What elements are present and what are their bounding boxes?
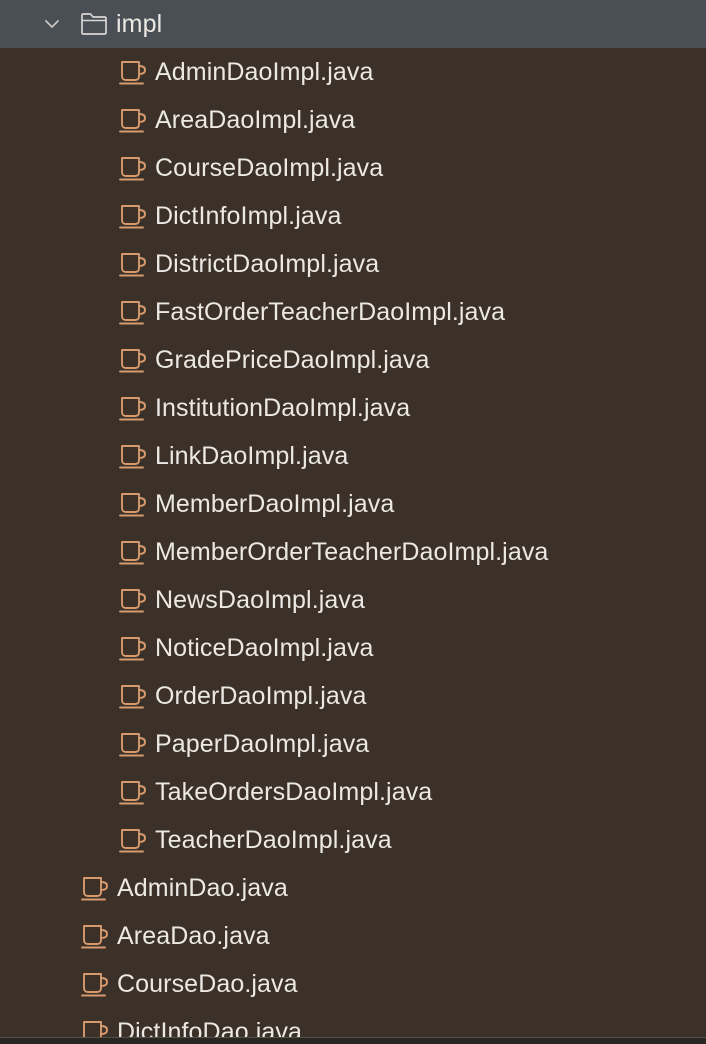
java-class-icon xyxy=(81,973,108,997)
java-class-icon xyxy=(81,925,108,949)
dao-file-list: AdminDao.java AreaDao.java CourseDao.jav… xyxy=(0,864,706,1038)
file-label: InstitutionDaoImpl.java xyxy=(155,394,411,422)
tree-file-course-dao-impl[interactable]: CourseDaoImpl.java xyxy=(0,144,706,192)
tree-file-order-dao-impl[interactable]: OrderDaoImpl.java xyxy=(0,672,706,720)
java-class-icon xyxy=(119,733,146,757)
tree-file-admin-dao-impl[interactable]: AdminDaoImpl.java xyxy=(0,48,706,96)
tree-file-news-dao-impl[interactable]: NewsDaoImpl.java xyxy=(0,576,706,624)
file-label: LinkDaoImpl.java xyxy=(155,442,349,470)
tree-file-area-dao-impl[interactable]: AreaDaoImpl.java xyxy=(0,96,706,144)
java-class-icon xyxy=(119,397,146,421)
java-class-icon xyxy=(119,205,146,229)
java-class-icon xyxy=(83,1021,108,1038)
file-label: DictInfoImpl.java xyxy=(155,202,342,230)
java-class-icon xyxy=(119,589,146,613)
file-label: AdminDaoImpl.java xyxy=(155,58,374,86)
file-label: OrderDaoImpl.java xyxy=(155,682,367,710)
tree-file-dict-info-impl[interactable]: DictInfoImpl.java xyxy=(0,192,706,240)
tree-folder-impl[interactable]: impl xyxy=(0,0,706,48)
tree-file-member-order-teacher-dao-impl[interactable]: MemberOrderTeacherDaoImpl.java xyxy=(0,528,706,576)
file-label: NoticeDaoImpl.java xyxy=(155,634,374,662)
tree-file-link-dao-impl[interactable]: LinkDaoImpl.java xyxy=(0,432,706,480)
java-class-icon xyxy=(119,157,146,181)
java-class-icon xyxy=(119,493,146,517)
tree-file-member-dao-impl[interactable]: MemberDaoImpl.java xyxy=(0,480,706,528)
tree-file-fast-order-teacher-dao-impl[interactable]: FastOrderTeacherDaoImpl.java xyxy=(0,288,706,336)
java-class-icon xyxy=(119,637,146,661)
tree-file-course-dao[interactable]: CourseDao.java xyxy=(0,960,706,1008)
file-label: MemberOrderTeacherDaoImpl.java xyxy=(155,538,549,566)
file-label: CourseDao.java xyxy=(117,970,298,998)
java-class-icon xyxy=(119,301,146,325)
file-label: AdminDao.java xyxy=(117,874,288,902)
tree-file-district-dao-impl[interactable]: DistrictDaoImpl.java xyxy=(0,240,706,288)
tree-file-institution-dao-impl[interactable]: InstitutionDaoImpl.java xyxy=(0,384,706,432)
tree-file-paper-dao-impl[interactable]: PaperDaoImpl.java xyxy=(0,720,706,768)
file-label: MemberDaoImpl.java xyxy=(155,490,395,518)
file-label: CourseDaoImpl.java xyxy=(155,154,384,182)
file-label: DistrictDaoImpl.java xyxy=(155,250,380,278)
folder-icon xyxy=(81,13,107,35)
java-class-icon xyxy=(119,445,146,469)
java-class-icon xyxy=(119,685,146,709)
tree-file-teacher-dao-impl[interactable]: TeacherDaoImpl.java xyxy=(0,816,706,864)
java-class-icon xyxy=(119,781,146,805)
file-label: FastOrderTeacherDaoImpl.java xyxy=(155,298,506,326)
tree-file-admin-dao[interactable]: AdminDao.java xyxy=(0,864,706,912)
file-label: PaperDaoImpl.java xyxy=(155,730,370,758)
java-class-icon xyxy=(81,877,108,901)
tree-file-area-dao[interactable]: AreaDao.java xyxy=(0,912,706,960)
java-class-icon xyxy=(119,829,146,853)
tree-file-dict-info-dao[interactable]: DictInfoDao.java xyxy=(0,1008,706,1038)
tree-file-take-orders-dao-impl[interactable]: TakeOrdersDaoImpl.java xyxy=(0,768,706,816)
impl-file-list: AdminDaoImpl.java AreaDaoImpl.java Cours… xyxy=(0,48,706,864)
file-label: TakeOrdersDaoImpl.java xyxy=(155,778,433,806)
java-class-icon xyxy=(119,541,146,565)
file-label: AreaDaoImpl.java xyxy=(155,106,356,134)
java-class-icon xyxy=(119,109,146,133)
java-class-icon xyxy=(119,253,146,277)
horizontal-scrollbar[interactable] xyxy=(0,1037,706,1044)
tree-file-notice-dao-impl[interactable]: NoticeDaoImpl.java xyxy=(0,624,706,672)
file-label: AreaDao.java xyxy=(117,922,270,950)
java-class-icon xyxy=(119,349,146,373)
file-label: GradePriceDaoImpl.java xyxy=(155,346,430,374)
java-class-icon xyxy=(119,61,146,85)
chevron-down-icon[interactable] xyxy=(42,14,62,34)
file-label: DictInfoDao.java xyxy=(117,1018,303,1038)
folder-label: impl xyxy=(116,10,163,38)
file-label: TeacherDaoImpl.java xyxy=(155,826,392,854)
file-label: NewsDaoImpl.java xyxy=(155,586,366,614)
tree-file-grade-price-dao-impl[interactable]: GradePriceDaoImpl.java xyxy=(0,336,706,384)
project-tree: impl AdminDaoImpl.java AreaDaoImpl.java … xyxy=(0,0,706,1038)
